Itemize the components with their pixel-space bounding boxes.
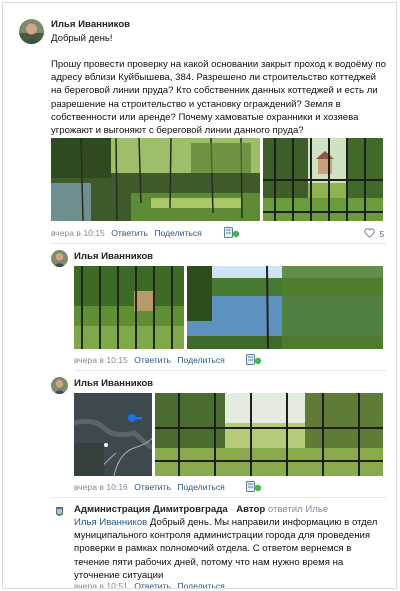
post-timestamp[interactable]: вчера в 10:15 bbox=[51, 228, 105, 238]
avatar[interactable] bbox=[51, 504, 68, 521]
like-button[interactable]: 5 bbox=[364, 228, 384, 240]
comment-photo-fence-meadow[interactable] bbox=[155, 393, 383, 476]
dot-separator: · bbox=[230, 504, 234, 515]
city-emblem-icon bbox=[51, 504, 68, 521]
admin-author[interactable]: Администрация Димитровграда bbox=[74, 504, 228, 515]
admin-timestamp[interactable]: вчера в 10:51 bbox=[74, 581, 128, 588]
post-body: Прошу провести проверку на какой основан… bbox=[51, 59, 386, 137]
comment-thread: Илья Иванников Добрый день! Прошу провес… bbox=[2, 2, 397, 589]
replied-to[interactable]: ответил Илье bbox=[268, 504, 328, 515]
author-badge: Автор bbox=[236, 504, 266, 515]
post-photo-fence-house[interactable] bbox=[263, 138, 383, 221]
divider bbox=[51, 243, 386, 244]
comment-photo-lake[interactable] bbox=[187, 266, 383, 349]
comment-author[interactable]: Илья Иванников bbox=[74, 251, 153, 262]
share-button[interactable]: Поделиться bbox=[177, 482, 224, 492]
comment-author[interactable]: Илья Иванников bbox=[74, 378, 153, 389]
document-badge-icon[interactable] bbox=[224, 227, 240, 238]
document-badge-icon[interactable] bbox=[246, 354, 262, 365]
share-button[interactable]: Поделиться bbox=[154, 228, 201, 238]
post-meta: вчера в 10:15 Ответить Поделиться bbox=[51, 228, 202, 238]
post-author[interactable]: Илья Иванников bbox=[51, 19, 130, 30]
avatar[interactable] bbox=[51, 250, 68, 267]
admin-header: Администрация Димитровграда · Автор отве… bbox=[74, 503, 394, 516]
comment-timestamp[interactable]: вчера в 10:15 bbox=[74, 355, 128, 365]
comment-timestamp[interactable]: вчера в 10:16 bbox=[74, 482, 128, 492]
reply-button[interactable]: Ответить bbox=[134, 482, 171, 492]
document-badge-icon[interactable] bbox=[246, 481, 262, 492]
reply-button[interactable]: Ответить bbox=[134, 581, 171, 588]
mention-link[interactable]: Илья Иванников bbox=[74, 517, 147, 528]
share-button[interactable]: Поделиться bbox=[177, 355, 224, 365]
avatar[interactable] bbox=[19, 19, 44, 44]
like-count: 5 bbox=[379, 229, 385, 239]
post-greeting: Добрый день! bbox=[51, 33, 113, 44]
divider bbox=[51, 497, 386, 498]
admin-meta: вчера в 10:51 Ответить Поделиться bbox=[74, 581, 225, 588]
avatar-photo bbox=[19, 19, 44, 44]
admin-reply-body: Илья Иванников Добрый день. Мы направили… bbox=[74, 516, 386, 582]
comment-meta: вчера в 10:15 Ответить Поделиться bbox=[74, 355, 225, 365]
reply-button[interactable]: Ответить bbox=[111, 228, 148, 238]
divider bbox=[74, 370, 386, 371]
heart-icon bbox=[364, 228, 375, 240]
avatar[interactable] bbox=[51, 377, 68, 394]
comment-map-thumbnail[interactable] bbox=[74, 393, 152, 476]
comment-photo-gate[interactable] bbox=[74, 266, 184, 349]
comment-meta: вчера в 10:16 Ответить Поделиться bbox=[74, 482, 225, 492]
post-photo-forest-pond[interactable] bbox=[51, 138, 260, 221]
reply-button[interactable]: Ответить bbox=[134, 355, 171, 365]
share-button[interactable]: Поделиться bbox=[177, 581, 224, 588]
